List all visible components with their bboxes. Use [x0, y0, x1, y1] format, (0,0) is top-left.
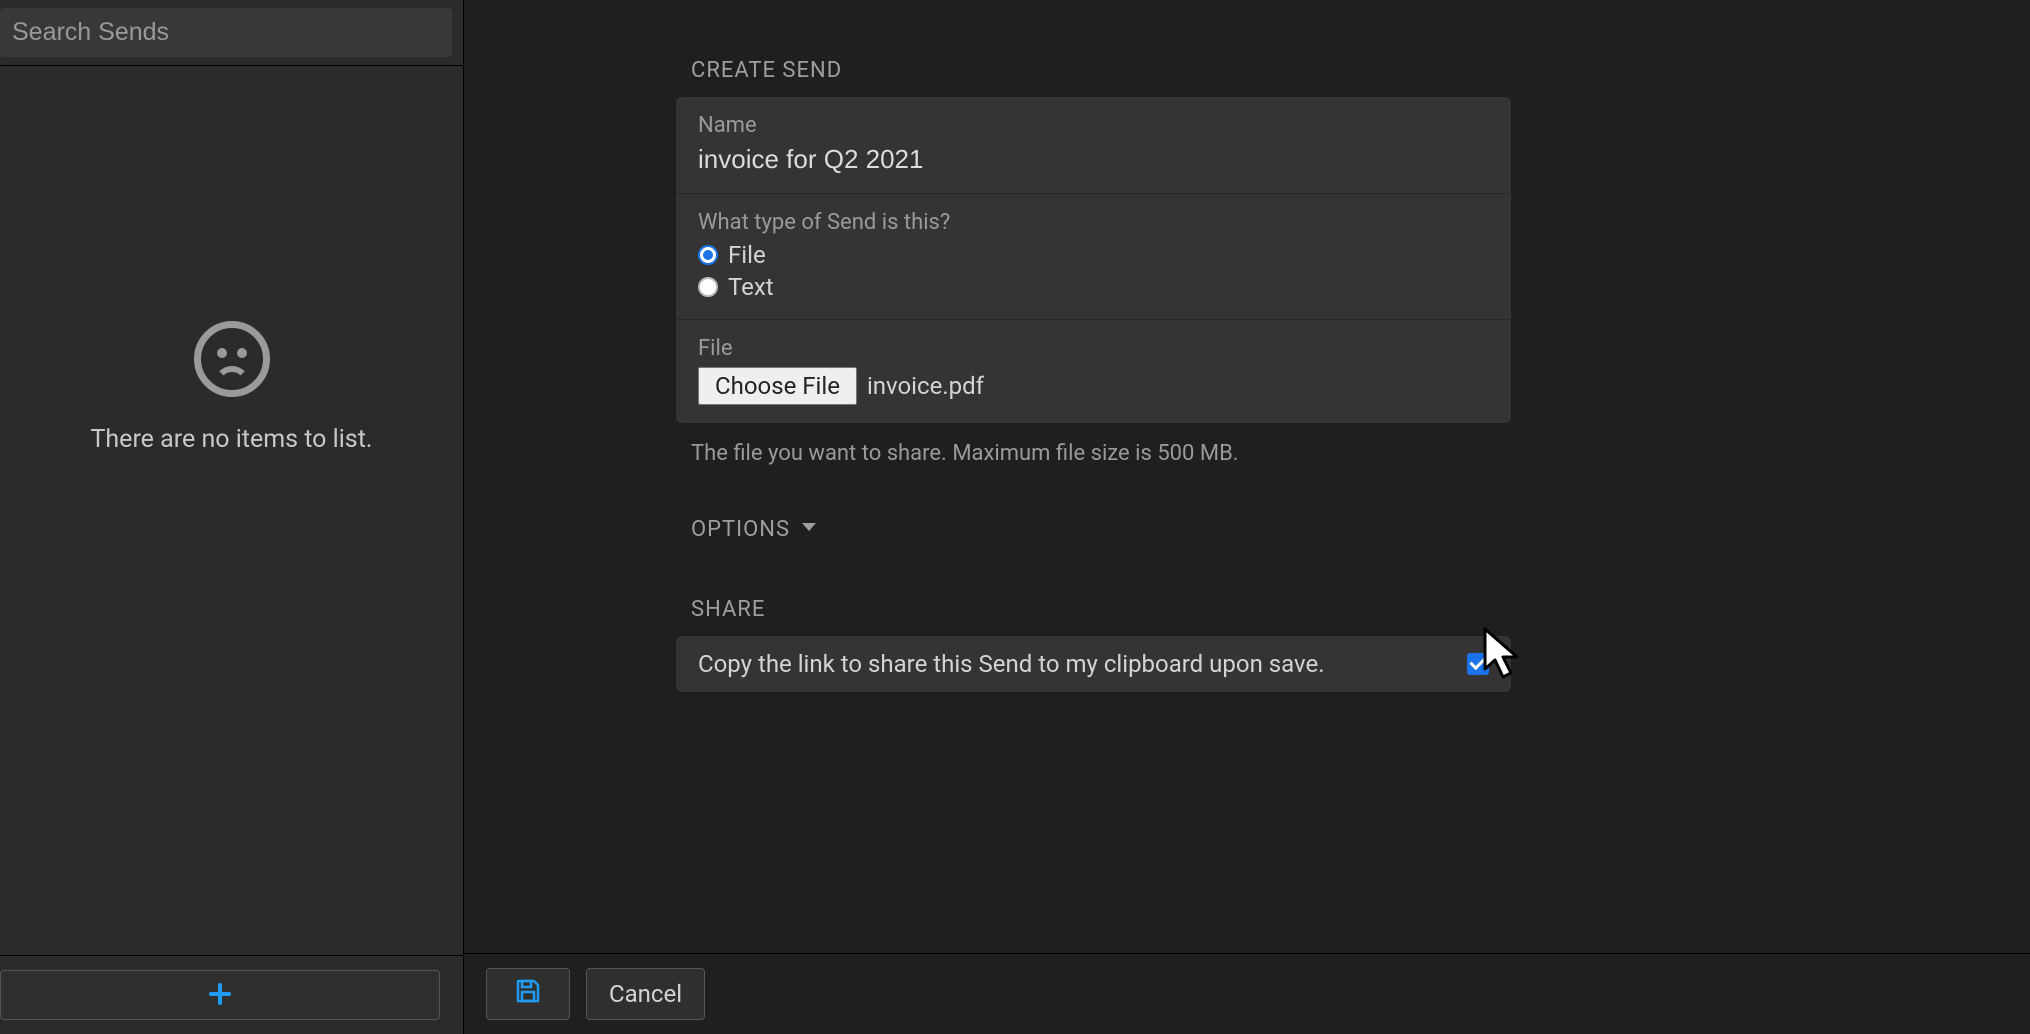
copy-link-checkbox[interactable]	[1467, 653, 1489, 675]
chevron-down-icon	[798, 516, 820, 543]
type-radio-file-label: File	[728, 241, 766, 269]
choose-file-button[interactable]: Choose File	[698, 367, 857, 405]
share-header: SHARE	[691, 597, 1511, 622]
options-header-label: OPTIONS	[691, 517, 790, 542]
name-field[interactable]	[698, 144, 1489, 175]
create-send-header: CREATE SEND	[691, 58, 1511, 83]
type-label: What type of Send is this?	[698, 210, 1489, 235]
type-radio-text[interactable]	[698, 277, 718, 297]
search-input[interactable]	[0, 8, 452, 57]
cancel-button[interactable]: Cancel	[586, 968, 705, 1020]
save-icon	[515, 978, 541, 1010]
frown-icon	[194, 321, 270, 397]
empty-state: There are no items to list.	[0, 66, 463, 955]
type-radio-text-label: Text	[728, 273, 774, 301]
copy-link-label: Copy the link to share this Send to my c…	[698, 650, 1325, 678]
create-send-panel: Name What type of Send is this? File Tex…	[676, 97, 1511, 423]
add-button[interactable]	[0, 970, 440, 1020]
file-helper-text: The file you want to share. Maximum file…	[691, 441, 1511, 466]
selected-file-name: invoice.pdf	[867, 372, 984, 400]
empty-state-text: There are no items to list.	[91, 425, 373, 454]
options-toggle[interactable]: OPTIONS	[691, 516, 1511, 543]
file-label: File	[698, 336, 1489, 361]
plus-icon	[209, 979, 231, 1012]
type-radio-file[interactable]	[698, 245, 718, 265]
save-button[interactable]	[486, 968, 570, 1020]
name-label: Name	[698, 113, 1489, 138]
share-panel: Copy the link to share this Send to my c…	[676, 636, 1511, 692]
